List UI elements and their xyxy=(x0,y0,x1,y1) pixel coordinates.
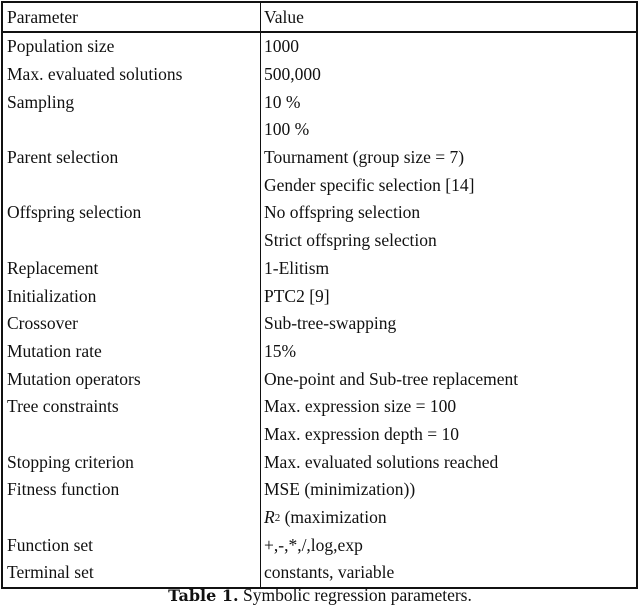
parameters-table: Parameter Value Population size 1000 Max. … xyxy=(1,1,638,589)
parameter-cell: Sampling xyxy=(3,88,261,117)
table-row: Gender specific selection [14] xyxy=(3,171,636,200)
table-row: Strict offspring selection xyxy=(3,226,636,255)
parameter-cell: Fitness function xyxy=(3,476,261,504)
table-caption: Table 1. Symbolic regression parameters. xyxy=(0,585,640,606)
table-row: Population size 1000 xyxy=(3,33,636,61)
parameter-cell xyxy=(3,420,261,449)
value-cell: 10 % xyxy=(264,91,301,112)
value-cell: constants, variable xyxy=(264,562,395,583)
value-cell: PTC2 [9] xyxy=(264,285,330,306)
table-row: 100 % xyxy=(3,116,636,144)
value-cell: One-point and Sub-tree replacement xyxy=(264,368,519,389)
table-row: Crossover Sub-tree-swapping xyxy=(3,309,636,338)
parameter-cell: Max. evaluated solutions xyxy=(3,60,261,89)
parameter-cell: Population size xyxy=(3,33,261,61)
parameter-cell: Function set xyxy=(3,531,261,560)
value-text: (maximization xyxy=(280,507,387,528)
table-row: R2 (maximization xyxy=(3,503,636,532)
table-row: Parent selection Tournament (group size =… xyxy=(3,143,636,172)
parameter-cell: Crossover xyxy=(3,309,261,338)
parameter-cell: Tree constraints xyxy=(3,392,261,421)
header-value: Value xyxy=(264,6,304,27)
parameter-cell: Initialization xyxy=(3,282,261,310)
parameter-cell xyxy=(3,116,261,144)
parameter-cell: Terminal set xyxy=(3,559,261,587)
parameter-cell: Parent selection xyxy=(3,143,261,172)
parameter-cell: Stopping criterion xyxy=(3,448,261,476)
value-cell: 1-Elitism xyxy=(264,257,330,278)
value-cell: +,-,*,/,log,exp xyxy=(264,534,363,555)
value-cell: Strict offspring selection xyxy=(264,230,437,251)
parameter-cell xyxy=(3,226,261,255)
table-row: Tree constraints Max. expression size = 1… xyxy=(3,392,636,421)
parameter-cell: Offspring selection xyxy=(3,199,261,227)
table-row: Max. evaluated solutions 500,000 xyxy=(3,60,636,89)
parameter-cell: Replacement xyxy=(3,254,261,283)
value-cell: 100 % xyxy=(264,119,310,140)
value-cell: No offspring selection xyxy=(264,202,421,223)
value-cell: R2 (maximization xyxy=(264,507,387,528)
value-cell: MSE (minimization)) xyxy=(264,479,416,500)
caption-label: Table 1. xyxy=(168,586,239,605)
table-row: Fitness function MSE (minimization)) xyxy=(3,476,636,504)
value-cell: Tournament (group size = 7) xyxy=(264,147,465,168)
value-cell: Max. evaluated solutions reached xyxy=(264,451,499,472)
value-cell: Max. expression depth = 10 xyxy=(264,423,460,444)
table-row: Terminal set constants, variable xyxy=(3,559,636,587)
caption-text: Symbolic regression parameters. xyxy=(238,585,472,605)
value-cell: Max. expression size = 100 xyxy=(264,396,457,417)
parameter-cell: Mutation operators xyxy=(3,365,261,393)
parameter-cell xyxy=(3,171,261,200)
table-row: Initialization PTC2 [9] xyxy=(3,282,636,310)
value-cell: 500,000 xyxy=(264,64,321,85)
value-cell: Gender specific selection [14] xyxy=(264,174,475,195)
table-row: Function set +,-,*,/,log,exp xyxy=(3,531,636,560)
table-row: Max. expression depth = 10 xyxy=(3,420,636,449)
table-row: Offspring selection No offspring selectio… xyxy=(3,199,636,227)
table-row: Sampling 10 % xyxy=(3,88,636,117)
parameter-cell xyxy=(3,503,261,532)
value-cell: 15% xyxy=(264,340,297,361)
value-cell: Sub-tree-swapping xyxy=(264,313,397,334)
value-cell: 1000 xyxy=(264,36,299,57)
table-row: Stopping criterion Max. evaluated solutio… xyxy=(3,448,636,476)
table-row: Mutation operators One-point and Sub-tree… xyxy=(3,365,636,393)
math-symbol: R xyxy=(264,507,275,528)
table-header-row: Parameter Value xyxy=(3,3,636,33)
table-row: Replacement 1-Elitism xyxy=(3,254,636,283)
parameter-cell: Mutation rate xyxy=(3,337,261,366)
table-row: Mutation rate 15% xyxy=(3,337,636,366)
header-parameter: Parameter xyxy=(3,3,261,31)
